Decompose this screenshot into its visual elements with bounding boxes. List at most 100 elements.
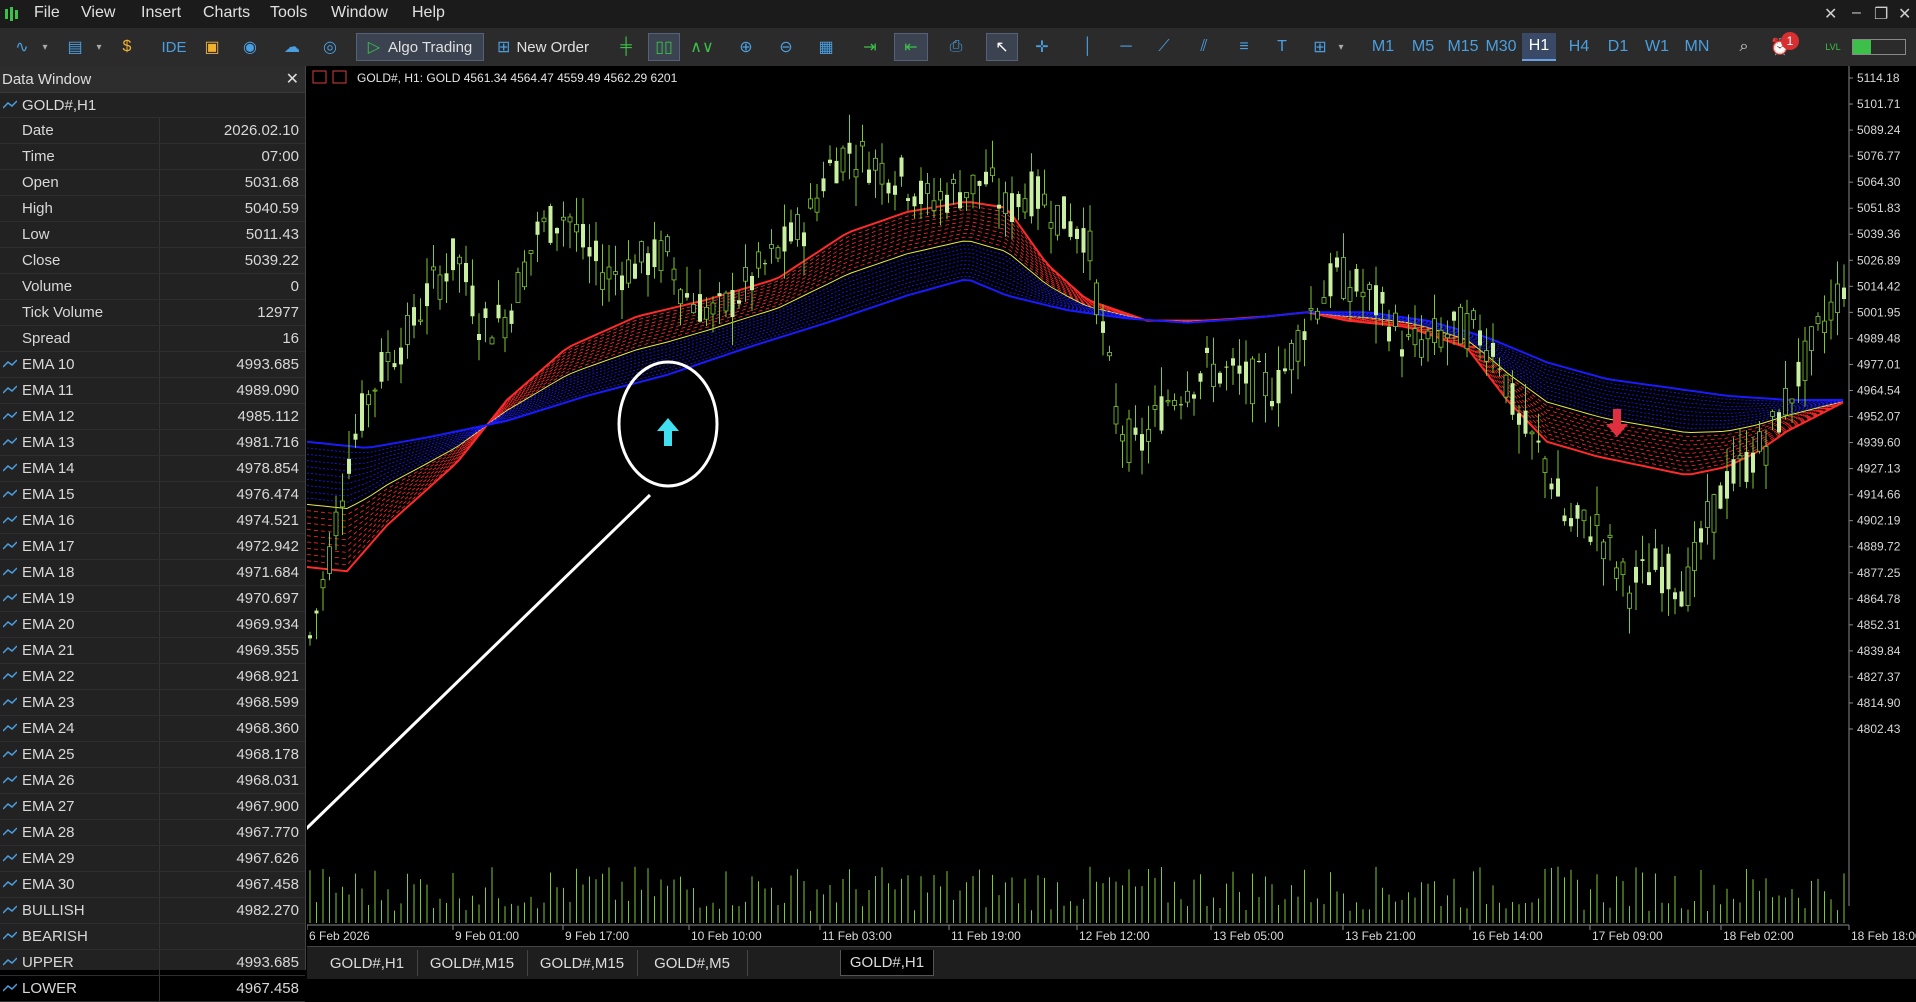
autoscroll-icon[interactable]: ⇥ bbox=[856, 33, 884, 61]
candle-body bbox=[1003, 192, 1008, 215]
tab-chart[interactable]: GOLD#,M15 bbox=[527, 950, 638, 976]
timeframe-m1[interactable]: M1 bbox=[1366, 33, 1400, 61]
menu-help[interactable]: Help bbox=[412, 4, 445, 22]
indicator-icon bbox=[3, 671, 17, 680]
ema-line bbox=[307, 236, 1844, 516]
candle-body bbox=[1029, 171, 1034, 217]
row-label-text: High bbox=[22, 200, 53, 217]
candle-body bbox=[528, 250, 534, 254]
tab-chart[interactable]: GOLD#,H1 bbox=[317, 950, 418, 976]
row-label: EMA 22 bbox=[0, 664, 160, 689]
y-tick-label: 4977.01 bbox=[1857, 357, 1901, 371]
tab-chart-active[interactable]: GOLD#,H1 bbox=[840, 950, 934, 976]
timeframe-h4[interactable]: H4 bbox=[1562, 33, 1596, 61]
row-label-text: EMA 28 bbox=[22, 824, 75, 841]
trendline-icon[interactable]: ⟋ bbox=[1150, 33, 1178, 61]
data-row: Open 5031.68 bbox=[0, 170, 305, 196]
close-icon[interactable]: ✕ bbox=[1898, 4, 1911, 24]
candle-body bbox=[1237, 365, 1242, 374]
restore-icon[interactable]: ❐ bbox=[1874, 4, 1888, 24]
zoom-in-icon[interactable]: ⊕ bbox=[732, 33, 760, 61]
indicator-row: EMA 30 4967.458 bbox=[0, 872, 305, 898]
candle-body bbox=[646, 253, 650, 275]
chevron-down-icon[interactable]: ▾ bbox=[92, 33, 106, 61]
candle-body bbox=[405, 314, 410, 345]
candle-body bbox=[840, 147, 846, 173]
tab-chart[interactable]: GOLD#,M5 bbox=[637, 950, 748, 976]
channel-icon[interactable]: ⫽ bbox=[1190, 33, 1218, 61]
candlestick-icon[interactable]: ▯▯ bbox=[648, 33, 680, 61]
row-label: EMA 21 bbox=[0, 638, 160, 663]
timeframe-d1[interactable]: D1 bbox=[1601, 33, 1635, 61]
timeframe-m15[interactable]: M15 bbox=[1446, 33, 1480, 61]
tab-chart[interactable]: GOLD#,M15 bbox=[417, 950, 528, 976]
search-icon[interactable]: ⌕ bbox=[1730, 33, 1758, 61]
candle-body bbox=[1679, 591, 1684, 607]
shapes-icon[interactable]: ⊞ bbox=[1306, 33, 1334, 61]
data-row: Tick Volume 12977 bbox=[0, 300, 305, 326]
candle-body bbox=[496, 304, 501, 319]
candle-body bbox=[1556, 478, 1560, 497]
vertical-line-icon[interactable]: │ bbox=[1074, 33, 1102, 61]
price-chart[interactable]: GOLD#, H1: GOLD 4561.34 4564.47 4559.49 … bbox=[307, 66, 1916, 946]
row-value: 4989.090 bbox=[236, 382, 299, 399]
menu-insert[interactable]: Insert bbox=[141, 4, 181, 22]
pin-icon[interactable]: ✕ bbox=[1824, 4, 1837, 24]
zoom-out-icon[interactable]: ⊖ bbox=[772, 33, 800, 61]
lvl-icon[interactable]: LVL bbox=[1818, 33, 1848, 61]
candle-body bbox=[997, 204, 1001, 209]
y-tick-label: 5089.24 bbox=[1857, 123, 1901, 137]
horizontal-line-icon[interactable]: ─ bbox=[1112, 33, 1140, 61]
menu-tools[interactable]: Tools bbox=[270, 4, 307, 22]
cursor-icon[interactable]: ↖ bbox=[986, 33, 1018, 61]
candle-body bbox=[1295, 330, 1301, 362]
timeframe-h1[interactable]: H1 bbox=[1522, 33, 1556, 61]
timeframe-m5[interactable]: M5 bbox=[1406, 33, 1440, 61]
text-icon[interactable]: T bbox=[1268, 33, 1296, 61]
connection-indicator bbox=[1852, 39, 1906, 55]
fibonacci-icon[interactable]: ≡ bbox=[1230, 33, 1258, 61]
row-label-text: EMA 14 bbox=[22, 460, 75, 477]
chevron-down-icon[interactable]: ▾ bbox=[38, 33, 52, 61]
timeframe-w1[interactable]: W1 bbox=[1640, 33, 1674, 61]
grid-icon[interactable]: ▦ bbox=[812, 33, 840, 61]
algo-trading-button[interactable]: ▷ Algo Trading bbox=[356, 33, 484, 61]
row-value: 4982.270 bbox=[236, 902, 299, 919]
new-order-label: New Order bbox=[516, 38, 589, 56]
chart-area[interactable]: GOLD#, H1: GOLD 4561.34 4564.47 4559.49 … bbox=[307, 66, 1916, 946]
timeframe-mn[interactable]: MN bbox=[1680, 33, 1714, 61]
globe-icon[interactable]: ◎ bbox=[316, 33, 344, 61]
line-icon[interactable]: ∧∨ bbox=[688, 33, 716, 61]
chevron-down-icon[interactable]: ▾ bbox=[1334, 33, 1348, 61]
new-order-icon: ⊞ bbox=[497, 39, 511, 56]
market-icon[interactable]: ▣ bbox=[198, 33, 226, 61]
candle-body bbox=[737, 300, 741, 304]
new-order-button[interactable]: ⊞ New Order bbox=[492, 33, 594, 61]
screenshot-icon[interactable]: ⎙ bbox=[942, 33, 970, 61]
menu-file[interactable]: File bbox=[34, 4, 60, 22]
bar-chart-icon[interactable]: ╪ bbox=[612, 33, 640, 61]
chart-type-icon[interactable]: ▤ bbox=[60, 33, 90, 61]
minimize-icon[interactable]: – bbox=[1852, 4, 1861, 22]
candle-body bbox=[1081, 228, 1086, 253]
crosshair-icon[interactable]: ✛ bbox=[1028, 33, 1056, 61]
candle-body bbox=[1575, 505, 1580, 519]
signals-icon[interactable]: ◉ bbox=[236, 33, 264, 61]
candle-body bbox=[853, 169, 859, 178]
ide-button[interactable]: IDE bbox=[158, 33, 190, 61]
row-label-text: Low bbox=[22, 226, 50, 243]
menu-view[interactable]: View bbox=[81, 4, 115, 22]
menu-window[interactable]: Window bbox=[331, 4, 388, 22]
close-icon[interactable]: ✕ bbox=[286, 69, 299, 89]
candle-body bbox=[555, 228, 559, 234]
row-label: EMA 17 bbox=[0, 534, 160, 559]
line-chart-icon[interactable]: ∿ bbox=[8, 33, 36, 61]
cloud-icon[interactable]: ☁ bbox=[278, 33, 306, 61]
timeframe-m30[interactable]: M30 bbox=[1484, 33, 1518, 61]
menu-charts[interactable]: Charts bbox=[203, 4, 250, 22]
candle-body bbox=[899, 157, 904, 177]
data-row: Volume 0 bbox=[0, 274, 305, 300]
indicator-row: EMA 11 4989.090 bbox=[0, 378, 305, 404]
dollar-icon[interactable]: $ bbox=[114, 33, 140, 61]
chart-shift-icon[interactable]: ⇤ bbox=[894, 33, 928, 61]
